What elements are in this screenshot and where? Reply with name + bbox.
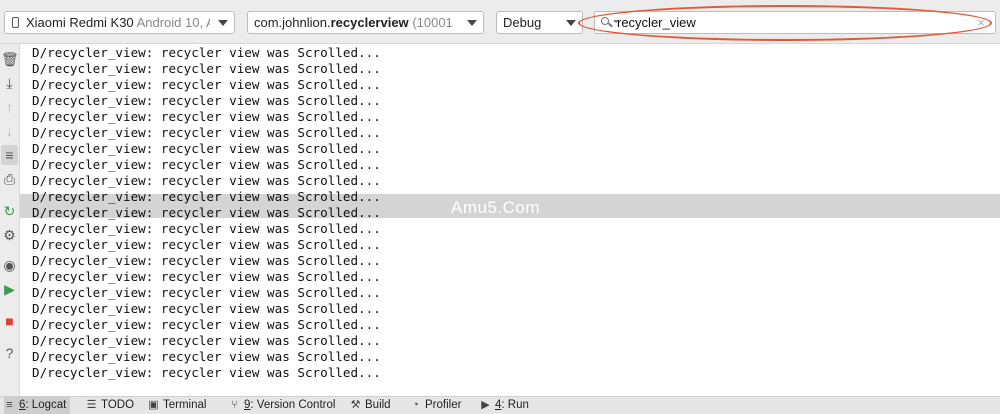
down-arrow-icon[interactable]: ↓: [1, 121, 18, 141]
phone-icon: [12, 17, 19, 28]
log-line: D/recycler_view: recycler view was Scrol…: [32, 365, 381, 380]
version-control-tab[interactable]: ⑂ 9: Version Control: [229, 397, 339, 414]
profiler-icon: ◔: [412, 399, 419, 411]
log-level-selector[interactable]: Debug: [496, 11, 583, 34]
logcat-toolbar: Xiaomi Redmi K30 Android 10, A com.johnl…: [0, 0, 1000, 44]
scroll-to-end-icon[interactable]: ⤓: [1, 73, 18, 93]
log-line: D/recycler_view: recycler view was Scrol…: [32, 61, 381, 76]
chevron-down-icon: [218, 20, 228, 26]
watermark: Amu5.Com: [451, 198, 541, 217]
tab-label: Build: [365, 399, 391, 411]
device-selector[interactable]: Xiaomi Redmi K30 Android 10, A: [4, 11, 235, 34]
stop-icon[interactable]: ■: [1, 311, 18, 331]
hammer-icon: ⚒: [350, 399, 361, 411]
tab-label: TODO: [101, 399, 135, 411]
tab-label: Profiler: [425, 399, 462, 411]
log-line: D/recycler_view: recycler view was Scrol…: [32, 221, 381, 236]
log-line: D/recycler_view: recycler view was Scrol…: [32, 285, 381, 300]
todo-tab[interactable]: ☰ TODO: [86, 397, 138, 414]
tab-label: : Run: [501, 399, 529, 411]
search-icon-handle: [608, 22, 613, 28]
log-line: D/recycler_view: recycler view was Scrol…: [32, 173, 381, 188]
log-line: D/recycler_view: recycler view was Scrol…: [32, 77, 381, 92]
terminal-icon: ▣: [148, 399, 159, 411]
log-line: D/recycler_view: recycler view was Scrol…: [32, 141, 381, 156]
tab-label: : Logcat: [25, 399, 67, 411]
log-line: D/recycler_view: recycler view was Scrol…: [32, 333, 381, 348]
log-line: D/recycler_view: recycler view was Scrol…: [32, 189, 381, 204]
restart-icon[interactable]: ↻: [1, 201, 18, 221]
logcat-side-toolbar: 🗑 ⤓ ↑ ↓ ≡ ⎙ ↻ ⚙ ◉ ▶ ■?: [0, 44, 20, 396]
branch-icon: ⑂: [231, 399, 238, 411]
logcat-output[interactable]: D/recycler_view: recycler view was Scrol…: [20, 44, 1000, 396]
tool-window-bar: ≡ 6: Logcat ☰ TODO ▣ Terminal ⑂ 9: Version Cont…: [0, 396, 1000, 414]
log-line: D/recycler_view: recycler view was Scrol…: [32, 205, 381, 220]
log-line: D/recycler_view: recycler view was Scrol…: [32, 93, 381, 108]
chevron-down-icon: [566, 20, 576, 26]
logcat-tab[interactable]: ≡ 6: Logcat: [4, 397, 71, 414]
clear-search-icon[interactable]: ×: [977, 14, 985, 32]
settings-icon[interactable]: ⚙: [1, 225, 18, 245]
terminal-tab[interactable]: ▣ Terminal: [148, 397, 210, 414]
chevron-down-icon: [467, 20, 477, 26]
log-line: D/recycler_view: recycler view was Scrol…: [32, 349, 381, 364]
print-icon[interactable]: ⎙: [1, 169, 18, 189]
search-field[interactable]: ×: [594, 11, 996, 34]
process-selector[interactable]: com.johnlion.recyclerview (10001: [247, 11, 484, 34]
screen-record-icon[interactable]: ▶: [1, 279, 18, 299]
log-line: D/recycler_view: recycler view was Scrol…: [32, 269, 381, 284]
log-line: D/recycler_view: recycler view was Scrol…: [32, 237, 381, 252]
up-arrow-icon[interactable]: ↑: [1, 97, 18, 117]
log-line: D/recycler_view: recycler view was Scrol…: [32, 125, 381, 140]
profiler-tab[interactable]: ◔ Profiler: [410, 397, 465, 414]
todo-icon: ☰: [86, 399, 97, 411]
device-label: Xiaomi Redmi K30 Android 10, A: [26, 15, 210, 30]
clear-logcat-icon[interactable]: 🗑: [1, 49, 19, 69]
log-level-label: Debug: [503, 15, 542, 30]
log-line: D/recycler_view: recycler view was Scrol…: [32, 109, 381, 124]
tab-label: Terminal: [163, 399, 207, 411]
screen-capture-icon[interactable]: ◉: [1, 255, 18, 275]
log-line: D/recycler_view: recycler view was Scrol…: [32, 253, 381, 268]
soft-wrap-icon[interactable]: ≡: [1, 145, 18, 165]
help-icon[interactable]: ?: [1, 343, 18, 363]
log-line: D/recycler_view: recycler view was Scrol…: [32, 301, 381, 316]
tab-label: : Version Control: [250, 399, 336, 411]
build-tab[interactable]: ⚒ Build: [350, 397, 395, 414]
run-tab[interactable]: ▶ 4: Run: [480, 397, 533, 414]
process-label: com.johnlion.recyclerview (10001: [254, 15, 453, 30]
search-input[interactable]: [617, 13, 967, 32]
log-line: D/recycler_view: recycler view was Scrol…: [32, 157, 381, 172]
logcat-icon: ≡: [6, 399, 13, 411]
run-icon: ▶: [481, 399, 490, 411]
log-line: D/recycler_view: recycler view was Scrol…: [32, 45, 381, 60]
log-line: D/recycler_view: recycler view was Scrol…: [32, 317, 381, 332]
